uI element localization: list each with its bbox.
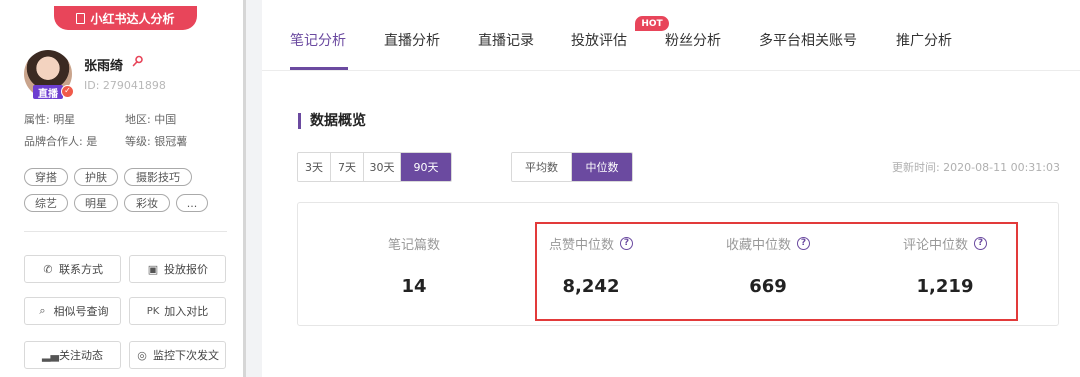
compare-label: 加入对比 xyxy=(164,305,209,318)
tab-promotion-analysis[interactable]: 推广分析 xyxy=(896,30,952,50)
tab-live-analysis[interactable]: 直播分析 xyxy=(384,30,440,50)
tag-chip[interactable]: 综艺 xyxy=(24,194,68,212)
mean-button[interactable]: 平均数 xyxy=(512,153,572,181)
tag-chip[interactable]: 彩妆 xyxy=(124,194,170,212)
stat-mode-selector: 平均数 中位数 xyxy=(511,152,633,182)
range-3d-button[interactable]: 3天 xyxy=(298,153,331,181)
brand-badge: 小红书达人分析 xyxy=(54,6,197,30)
add-compare-button[interactable]: PK 加入对比 xyxy=(129,297,226,325)
brand-label: 小红书达人分析 xyxy=(90,11,175,26)
pk-icon: PK xyxy=(146,305,160,317)
quote-label: 投放报价 xyxy=(164,263,208,276)
date-range-selector: 3天 7天 30天 90天 xyxy=(297,152,452,182)
phone-icon: ✆ xyxy=(43,262,53,276)
user-name: 张雨绮 xyxy=(84,59,124,74)
more-tags-button[interactable]: ... xyxy=(176,194,208,212)
verified-icon: ✓ xyxy=(61,85,74,98)
range-30d-button[interactable]: 30天 xyxy=(364,153,401,181)
active-tab-indicator xyxy=(290,67,348,70)
tag-chip[interactable]: 护肤 xyxy=(74,168,118,186)
info-brand-partner: 品牌合作人: 是 xyxy=(24,135,98,148)
quote-button[interactable]: ▣ 投放报价 xyxy=(129,255,226,283)
tag-chip[interactable]: 明星 xyxy=(74,194,118,212)
follow-label: 关注动态 xyxy=(59,349,103,362)
info-region: 地区: 中国 xyxy=(125,113,177,126)
sidebar: 小红书达人分析 直播 ✓ 张雨绮 ID: 279041898 属性: 明星 地区… xyxy=(0,0,246,377)
monitor-label: 监控下次发文 xyxy=(153,349,219,362)
median-button[interactable]: 中位数 xyxy=(572,153,632,181)
bars-icon: ▂▄ xyxy=(42,348,59,362)
tab-note-analysis[interactable]: 笔记分析 xyxy=(290,30,346,50)
info-level: 等级: 银冠薯 xyxy=(125,135,188,148)
tab-bar: 笔记分析 直播分析 直播记录 投放评估 粉丝分析 多平台相关账号 推广分析 HO… xyxy=(262,0,1080,71)
book-icon xyxy=(76,12,86,24)
tag-chip[interactable]: 穿搭 xyxy=(24,168,68,186)
similar-label: 相似号查询 xyxy=(53,305,109,318)
contact-label: 联系方式 xyxy=(59,263,103,276)
update-time: 更新时间: 2020-08-11 00:31:03 xyxy=(891,161,1060,174)
range-90d-button[interactable]: 90天 xyxy=(401,153,451,181)
price-icon: ▣ xyxy=(147,262,159,276)
section-title: 数据概览 xyxy=(298,113,366,129)
contact-button[interactable]: ✆ 联系方式 xyxy=(24,255,121,283)
info-attribute: 属性: 明星 xyxy=(24,113,76,126)
range-7d-button[interactable]: 7天 xyxy=(331,153,364,181)
live-tag: 直播 xyxy=(33,85,63,100)
tab-multi-platform-accounts[interactable]: 多平台相关账号 xyxy=(759,30,857,50)
stat-value-notes: 14 xyxy=(401,276,427,297)
tab-live-records[interactable]: 直播记录 xyxy=(478,30,534,50)
monitor-post-button[interactable]: ◎ 监控下次发文 xyxy=(129,341,226,369)
pin-icon[interactable] xyxy=(132,55,144,67)
follow-updates-button[interactable]: ▂▄ 关注动态 xyxy=(24,341,121,369)
hot-badge: HOT xyxy=(635,16,669,31)
stat-label-text: 笔记篇数 xyxy=(387,238,441,253)
divider xyxy=(24,231,227,232)
similar-search-button[interactable]: ⌕ 相似号查询 xyxy=(24,297,121,325)
monitor-icon: ◎ xyxy=(137,348,147,362)
tab-fan-analysis[interactable]: 粉丝分析 xyxy=(665,30,721,50)
stat-label-notes: 笔记篇数 xyxy=(388,234,440,253)
highlight-annotation xyxy=(535,222,1018,321)
tab-ad-evaluation[interactable]: 投放评估 xyxy=(571,30,627,50)
tag-chip[interactable]: 摄影技巧 xyxy=(124,168,192,186)
user-id: ID: 279041898 xyxy=(84,79,166,92)
search-icon: ⌕ xyxy=(39,304,46,317)
